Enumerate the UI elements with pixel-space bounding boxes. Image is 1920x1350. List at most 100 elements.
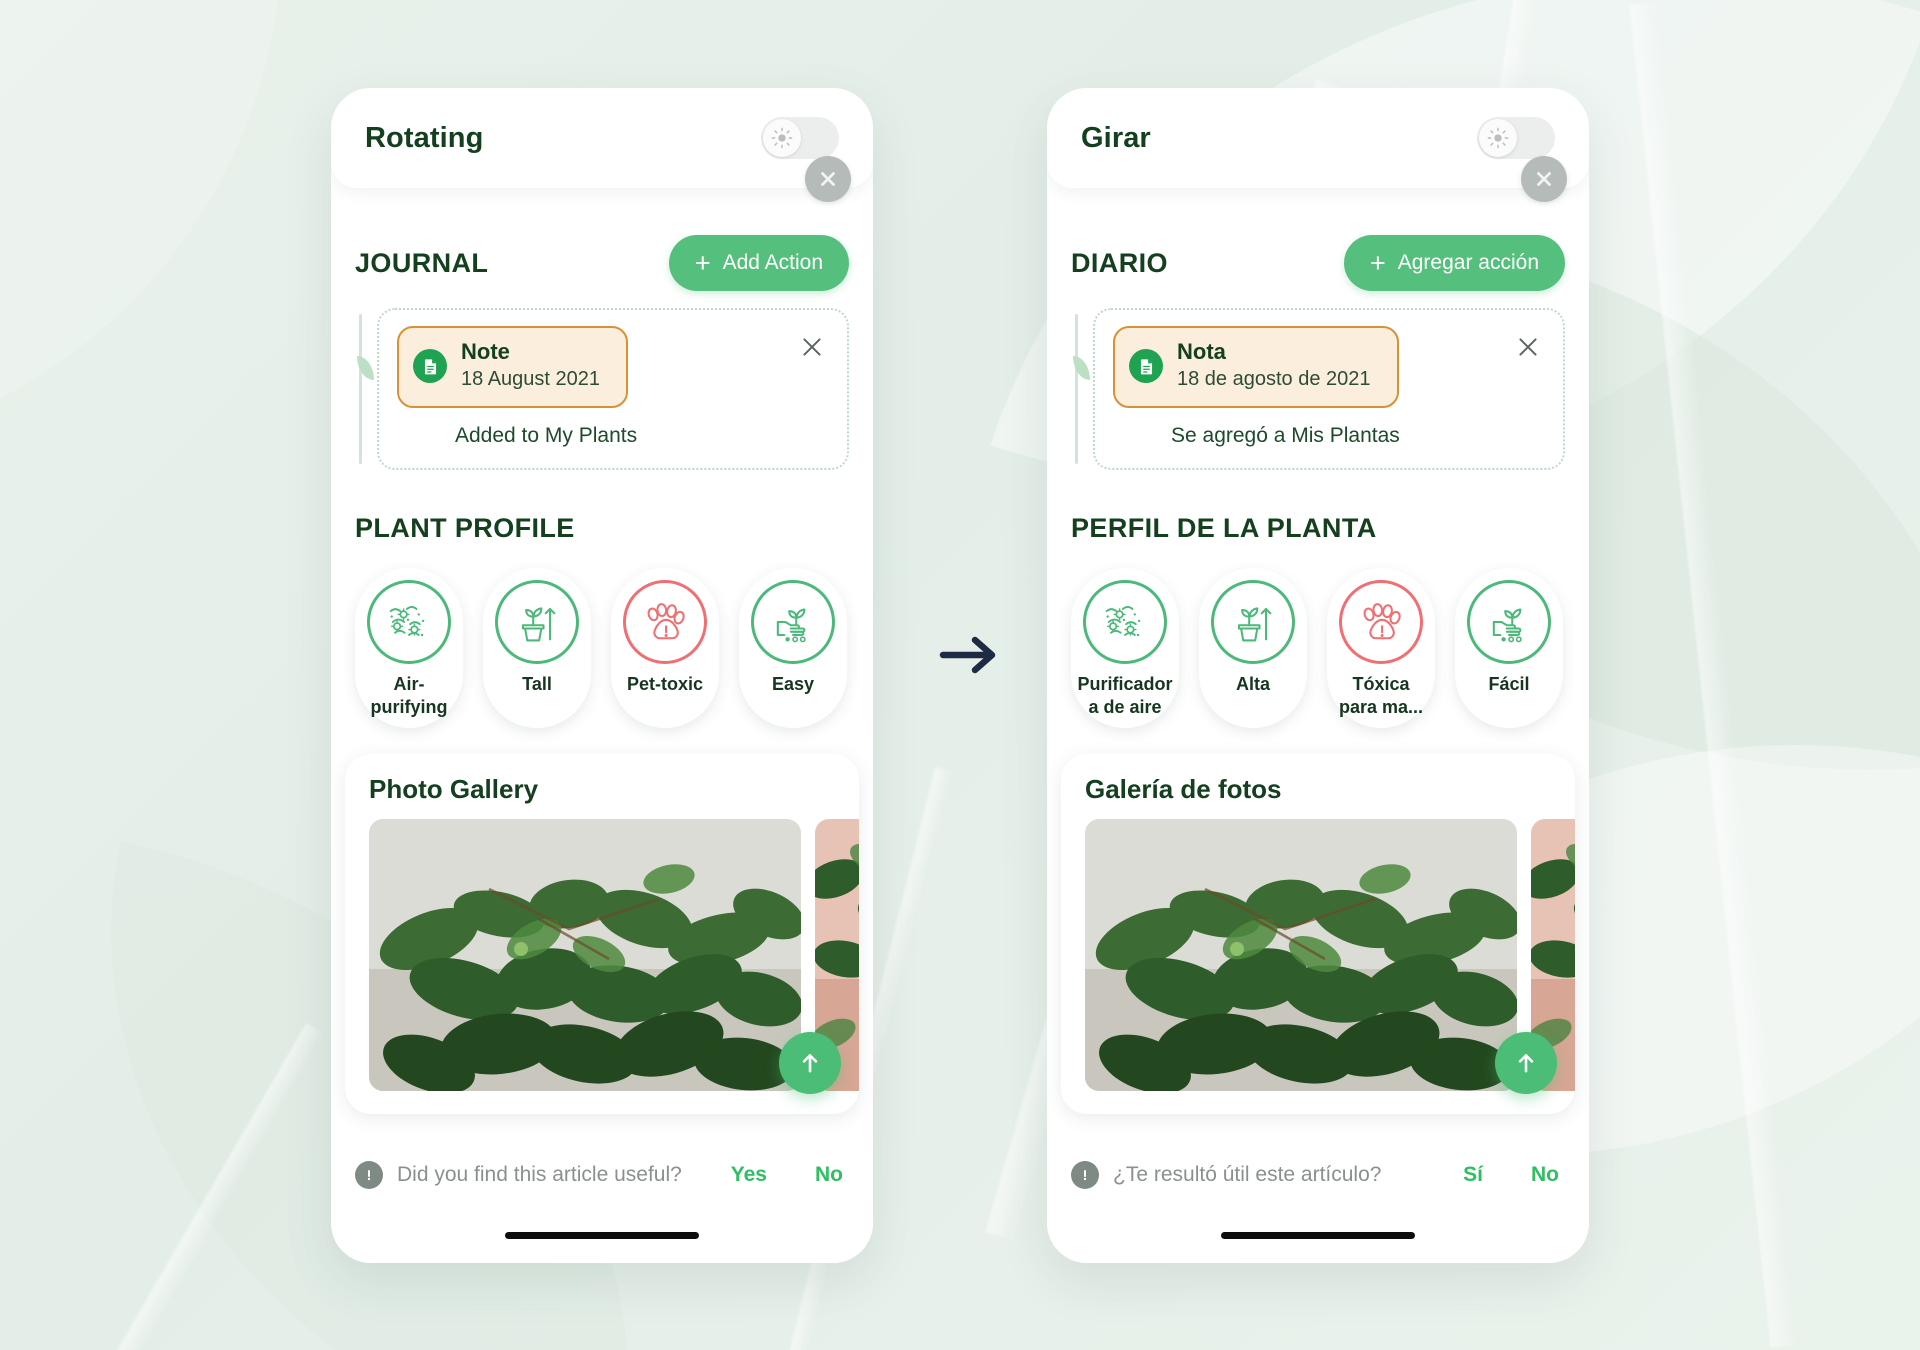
- close-icon: [821, 172, 835, 186]
- journal-title: JOURNAL: [355, 247, 489, 278]
- journal-dismiss-button[interactable]: [789, 326, 829, 365]
- journal-title: DIARIO: [1071, 247, 1168, 278]
- profile-chip-difficulty[interactable]: Easy: [739, 568, 847, 729]
- plus-icon: +: [1369, 247, 1386, 278]
- gallery-photo[interactable]: [369, 819, 801, 1092]
- journal-entry: Note 18 August 2021 Added to My Plants: [355, 308, 849, 471]
- air-purifying-icon: [1105, 606, 1141, 637]
- paw-warning-icon: [647, 603, 685, 640]
- note-chip[interactable]: Nota 18 de agosto de 2021: [1113, 326, 1399, 409]
- note-document-icon: [413, 349, 447, 384]
- plant-profile-title: PERFIL DE LA PLANTA: [1071, 512, 1377, 543]
- journal-section-header: DIARIO + Agregar acción: [1047, 234, 1589, 292]
- profile-chip-air-purifying[interactable]: Purificadora de aire: [1071, 568, 1179, 729]
- scrollable-content[interactable]: DIARIO + Agregar acción Nota 18 de agost…: [1047, 188, 1589, 1263]
- feedback-no-button[interactable]: No: [1531, 1163, 1559, 1187]
- page-title: Girar: [1081, 121, 1151, 154]
- note-document-icon: [1129, 349, 1163, 384]
- profile-chip-label: Tall: [522, 674, 552, 695]
- profile-section-header: PLANT PROFILE: [331, 504, 873, 552]
- profile-icon-ring: [495, 580, 579, 665]
- profile-chip-air-purifying[interactable]: Air-purifying: [355, 568, 463, 729]
- paw-warning-icon: [1363, 603, 1401, 640]
- photo-gallery-title: Photo Gallery: [369, 774, 539, 805]
- journal-entry-description: Added to My Plants: [455, 424, 638, 448]
- close-button[interactable]: [1521, 156, 1567, 202]
- note-chip-title: Nota: [1177, 339, 1226, 364]
- toggle-knob: [1479, 119, 1517, 157]
- feedback-yes-button[interactable]: Sí: [1463, 1163, 1483, 1187]
- journal-entry-card[interactable]: Nota 18 de agosto de 2021 Se agregó a Mi…: [1093, 308, 1565, 471]
- plus-icon: +: [694, 247, 711, 278]
- profile-chip-label: Purificadora de aire: [1077, 674, 1173, 717]
- feedback-question: Did you find this article useful?: [397, 1163, 682, 1186]
- note-chip[interactable]: Note 18 August 2021: [397, 326, 629, 409]
- close-button[interactable]: [805, 156, 851, 202]
- scrollable-content[interactable]: JOURNAL + Add Action Note 18 August 2021…: [331, 188, 873, 1263]
- profile-chip-label: Air-purifying: [370, 674, 448, 717]
- header-actions: [761, 117, 839, 159]
- article-feedback: ¿Te resultó útil este artículo? Sí No: [1047, 1161, 1589, 1189]
- journal-dismiss-button[interactable]: [1505, 326, 1545, 365]
- home-indicator: [1221, 1232, 1415, 1239]
- journal-entry-description: Se agregó a Mis Plantas: [1171, 424, 1400, 448]
- info-exclamation-icon: [355, 1161, 383, 1189]
- profile-icon-ring: [1083, 580, 1167, 665]
- plant-profile-title: PLANT PROFILE: [355, 512, 575, 543]
- profile-icon-ring: [623, 580, 707, 665]
- profile-icon-ring: [1339, 580, 1423, 665]
- profile-section-header: PERFIL DE LA PLANTA: [1047, 504, 1589, 552]
- app-screen: Girar DIARIO + Agregar acción Nota 18 de…: [1047, 88, 1589, 1263]
- article-feedback: Did you find this article useful? Yes No: [331, 1161, 873, 1189]
- phone-mockup-spanish: Girar DIARIO + Agregar acción Nota 18 de…: [1047, 88, 1589, 1263]
- add-action-button[interactable]: + Agregar acción: [1343, 235, 1565, 291]
- plant-profile-list: Purificadora de aire Alta Tóxica para ma…: [1047, 560, 1589, 729]
- app-screen: Rotating JOURNAL + Add Action Note 18 Au…: [331, 88, 873, 1263]
- scroll-to-top-button[interactable]: [779, 1032, 841, 1095]
- header-actions: [1477, 117, 1555, 159]
- journal-entry-top: Nota 18 de agosto de 2021: [1113, 326, 1545, 409]
- feedback-yes-button[interactable]: Yes: [731, 1163, 767, 1187]
- feedback-no-button[interactable]: No: [815, 1163, 843, 1187]
- hand-plant-icon: [1492, 608, 1522, 643]
- translation-arrow: [935, 630, 1005, 680]
- note-chip-text: Note 18 August 2021: [461, 339, 600, 393]
- close-icon: [803, 338, 821, 356]
- brightness-toggle[interactable]: [761, 117, 839, 159]
- journal-entry-card[interactable]: Note 18 August 2021 Added to My Plants: [377, 308, 849, 471]
- scroll-to-top-button[interactable]: [1495, 1032, 1557, 1095]
- sun-icon: [771, 127, 793, 149]
- photo-gallery: Galería de fotos: [1061, 754, 1575, 1115]
- plant-growth-arrow-icon: [1237, 607, 1272, 642]
- journal-entry: Nota 18 de agosto de 2021 Se agregó a Mi…: [1071, 308, 1565, 471]
- journal-section-header: JOURNAL + Add Action: [331, 234, 873, 292]
- add-action-button[interactable]: + Add Action: [668, 235, 849, 291]
- journal-timeline: [1071, 308, 1093, 470]
- gallery-photo[interactable]: [1085, 819, 1517, 1092]
- phone-mockup-english: Rotating JOURNAL + Add Action Note 18 Au…: [331, 88, 873, 1263]
- profile-chip-label: Tóxica para ma...: [1338, 674, 1424, 717]
- add-action-label: Agregar acción: [1397, 251, 1539, 274]
- journal-timeline: [355, 308, 377, 470]
- note-chip-date: 18 August 2021: [461, 368, 601, 391]
- profile-chip-label: Pet-toxic: [626, 674, 704, 695]
- profile-chip-height[interactable]: Alta: [1199, 568, 1307, 729]
- brightness-toggle[interactable]: [1477, 117, 1555, 159]
- arrow-up-icon: [802, 1054, 818, 1073]
- arrow-up-icon: [1518, 1054, 1534, 1073]
- profile-chip-difficulty[interactable]: Fácil: [1455, 568, 1563, 729]
- profile-chip-label: Easy: [771, 674, 815, 695]
- plant-profile-list: Air-purifying Tall Pet-toxic Easy: [331, 560, 873, 729]
- add-action-label: Add Action: [722, 251, 823, 274]
- profile-chip-toxicity[interactable]: Pet-toxic: [611, 568, 719, 729]
- profile-chip-toxicity[interactable]: Tóxica para ma...: [1327, 568, 1435, 729]
- toggle-knob: [763, 119, 801, 157]
- timeline-bar: [359, 314, 362, 465]
- note-chip-date: 18 de agosto de 2021: [1177, 368, 1371, 391]
- profile-chip-height[interactable]: Tall: [483, 568, 591, 729]
- hand-plant-icon: [776, 608, 806, 643]
- profile-chip-label: Fácil: [1488, 674, 1530, 695]
- photo-gallery-title: Galería de fotos: [1085, 774, 1282, 805]
- profile-chip-label: Alta: [1235, 674, 1270, 695]
- screen-header: Rotating: [331, 88, 873, 188]
